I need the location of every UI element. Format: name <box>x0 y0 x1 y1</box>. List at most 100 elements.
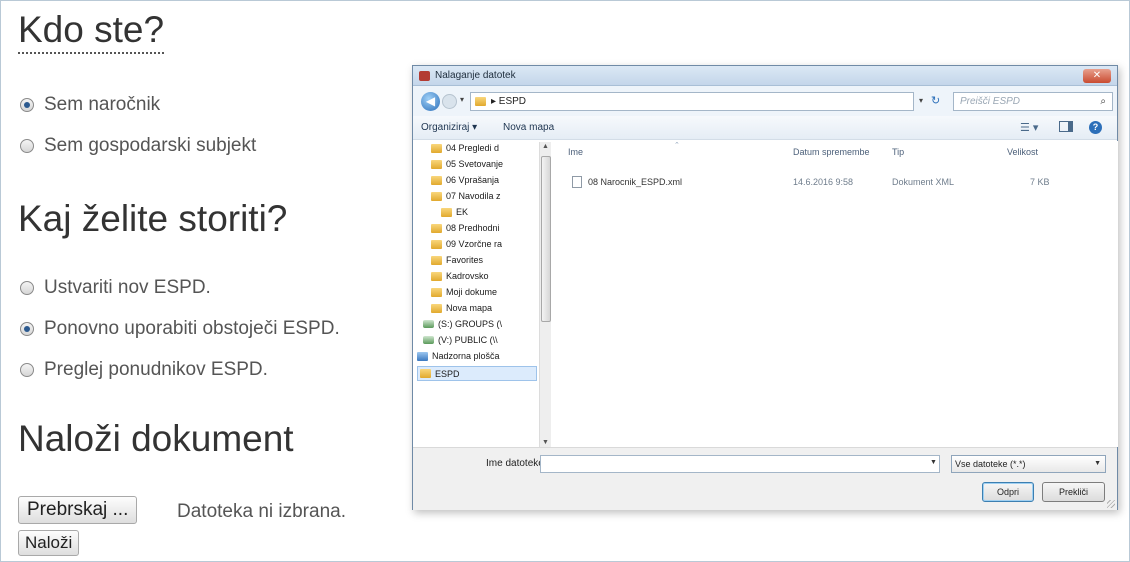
nav-item-label: 06 Vprašanja <box>446 175 500 185</box>
address-bar-area: ◀ ▾ ▸ ESPD ▾ ↻ Preišči ESPD ⌕ <box>413 86 1117 116</box>
open-button[interactable]: Odpri <box>982 482 1034 502</box>
nav-item-label: Moji dokume <box>446 287 498 297</box>
scroll-thumb[interactable] <box>541 156 551 322</box>
upload-button[interactable]: Naloži <box>18 530 80 556</box>
folder-icon <box>431 159 442 169</box>
scroll-up-arrow-icon[interactable]: ▲ <box>542 143 549 150</box>
upload-heading: Naloži dokument <box>18 418 294 459</box>
radio-contracting-authority[interactable]: Sem naročnik <box>20 94 160 116</box>
filename-dropdown-icon[interactable]: ▼ <box>930 459 937 466</box>
radio-button[interactable] <box>20 139 34 153</box>
sort-indicator-icon: ⌃ <box>674 142 680 149</box>
filetype-value: Vse datoteke (*.*) <box>955 459 1026 469</box>
folder-icon <box>441 207 452 217</box>
close-button[interactable]: ✕ <box>1083 69 1111 83</box>
nav-item-nova-mapa[interactable]: Nova mapa <box>431 303 537 313</box>
radio-label: Ustvariti nov ESPD. <box>44 277 211 298</box>
nav-item-08-predhodni[interactable]: 08 Predhodni <box>431 223 537 233</box>
nav-item-kadrovsko[interactable]: Kadrovsko <box>431 271 537 281</box>
nav-item-06-vprasanja[interactable]: 06 Vprašanja <box>431 175 537 185</box>
nav-item-moji-dokumenti[interactable]: Moji dokume <box>431 287 537 297</box>
folder-icon <box>431 143 442 153</box>
nav-item-label: Nadzorna plošča <box>432 351 500 361</box>
radio-button[interactable] <box>20 363 34 377</box>
column-header-size[interactable]: Velikost <box>1007 147 1038 157</box>
dialog-toolbar: Organiziraj ▾ Nova mapa ☰ ▾ ? <box>413 116 1117 140</box>
radio-reuse-espd[interactable]: Ponovno uporabiti obstoječi ESPD. <box>20 318 340 340</box>
preview-pane-icon[interactable] <box>1059 121 1073 132</box>
nav-item-label: Nova mapa <box>446 303 493 313</box>
file-icon <box>572 176 582 188</box>
nav-item-07-navodila[interactable]: 07 Navodila z <box>431 191 537 201</box>
folder-icon <box>475 97 486 106</box>
refresh-icon[interactable]: ↻ <box>931 94 940 107</box>
folder-icon <box>431 255 442 265</box>
dialog-footer: Ime datoteke: ▼ Vse datoteke (*.*) ▼ Odp… <box>413 447 1117 510</box>
network-drive-icon <box>423 320 434 328</box>
search-input[interactable]: Preišči ESPD ⌕ <box>953 92 1113 111</box>
search-placeholder: Preišči ESPD <box>960 96 1021 107</box>
organize-menu[interactable]: Organiziraj ▾ <box>421 122 477 133</box>
nav-item-label: (S:) GROUPS (\ <box>438 319 503 329</box>
folder-icon <box>431 223 442 233</box>
file-open-dialog: Nalaganje datotek ✕ ◀ ▾ ▸ ESPD ▾ ↻ Preiš… <box>412 65 1118 510</box>
radio-review-espd[interactable]: Preglej ponudnikov ESPD. <box>20 359 268 381</box>
filename-label: Ime datoteke: <box>486 458 547 469</box>
back-arrow-icon[interactable]: ◀ <box>421 92 440 111</box>
folder-icon <box>431 175 442 185</box>
espd-form: Kdo ste? Sem naročnik Sem gospodarski su… <box>0 0 400 562</box>
file-list-pane: Ime ⌃ Datum spremembe Tip Velikost 08 Na… <box>554 141 1118 447</box>
resize-grip-icon[interactable] <box>1107 500 1115 508</box>
nav-item-ek[interactable]: EK <box>441 207 537 217</box>
app-icon <box>419 71 430 81</box>
nav-item-favorites[interactable]: Favorites <box>431 255 537 265</box>
radio-label: Sem naročnik <box>44 94 161 115</box>
file-row[interactable]: 08 Narocnik_ESPD.xml 14.6.2016 9:58 Doku… <box>562 175 1112 191</box>
folder-icon <box>431 303 442 313</box>
radio-create-espd[interactable]: Ustvariti nov ESPD. <box>20 277 211 299</box>
nav-item-espd[interactable]: ESPD <box>417 366 537 381</box>
dialog-titlebar[interactable]: Nalaganje datotek ✕ <box>413 66 1117 86</box>
forward-arrow-icon[interactable] <box>442 94 457 109</box>
nav-item-label: EK <box>456 207 469 217</box>
filetype-select[interactable]: Vse datoteke (*.*) ▼ <box>951 455 1106 473</box>
nav-scrollbar[interactable]: ▲ ▼ <box>539 142 551 447</box>
new-folder-button[interactable]: Nova mapa <box>503 122 554 133</box>
column-header-name[interactable]: Ime <box>568 147 583 157</box>
nav-item-control-panel[interactable]: Nadzorna plošča <box>417 351 537 361</box>
view-options-icon[interactable]: ☰ ▾ <box>1020 121 1038 134</box>
address-dropdown-icon[interactable]: ▾ <box>919 96 923 105</box>
radio-button-checked[interactable] <box>20 322 34 336</box>
scroll-down-arrow-icon[interactable]: ▼ <box>542 439 549 446</box>
nav-item-04-pregledi[interactable]: 04 Pregledi d <box>431 143 537 153</box>
cancel-button[interactable]: Prekliči <box>1042 482 1105 502</box>
address-path[interactable]: ▸ ESPD <box>491 96 526 107</box>
nav-item-05-svetovanje[interactable]: 05 Svetovanje <box>431 159 537 169</box>
file-size: 7 KB <box>1030 177 1050 187</box>
history-dropdown-icon[interactable]: ▾ <box>460 95 464 104</box>
chevron-down-icon: ▼ <box>1094 460 1101 467</box>
file-date: 14.6.2016 9:58 <box>793 177 854 187</box>
help-icon[interactable]: ? <box>1089 121 1102 134</box>
search-icon[interactable]: ⌕ <box>1100 96 1106 107</box>
radio-button-checked[interactable] <box>20 98 34 112</box>
column-header-date[interactable]: Datum spremembe <box>793 147 870 157</box>
address-input[interactable]: ▸ ESPD <box>470 92 914 111</box>
radio-economic-operator[interactable]: Sem gospodarski subjekt <box>20 135 256 157</box>
radio-label: Preglej ponudnikov ESPD. <box>44 359 268 380</box>
filename-input[interactable] <box>540 455 940 473</box>
nav-item-09-vzorcne[interactable]: 09 Vzorčne ra <box>431 239 537 249</box>
file-name: 08 Narocnik_ESPD.xml <box>588 177 683 187</box>
browse-button[interactable]: Prebrskaj ... <box>18 496 138 524</box>
file-type: Dokument XML <box>892 177 955 187</box>
nav-item-groups-drive[interactable]: (S:) GROUPS (\ <box>423 319 537 329</box>
nav-item-label: 05 Svetovanje <box>446 159 504 169</box>
file-status-text: Datoteka ni izbrana. <box>177 501 346 522</box>
column-header-type[interactable]: Tip <box>892 147 904 157</box>
folder-icon <box>431 191 442 201</box>
nav-item-public-drive[interactable]: (V:) PUBLIC (\\ <box>423 335 537 345</box>
action-heading: Kaj želite storiti? <box>18 198 288 239</box>
nav-item-label: (V:) PUBLIC (\\ <box>438 335 498 345</box>
nav-item-label: 04 Pregledi d <box>446 143 500 153</box>
radio-button[interactable] <box>20 281 34 295</box>
